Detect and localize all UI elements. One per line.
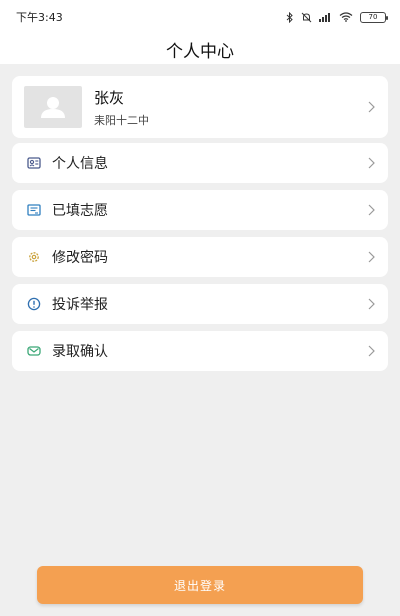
page-title: 个人中心 [166,41,234,62]
gear-icon [26,249,42,265]
battery-level: 70 [368,12,378,21]
battery-indicator: 70 [360,11,388,23]
id-card-icon [26,155,42,171]
mute-bell-icon [301,12,312,22]
avatar [24,86,82,128]
chevron-right-icon [366,250,376,264]
chevron-right-icon [366,156,376,170]
logout-label: 退出登录 [173,578,226,593]
form-icon [26,202,42,218]
status-time: 下午3:43 [16,11,63,24]
page-header: 个人中心 [0,34,400,64]
menu-item-label: 修改密码 [52,250,108,266]
alert-icon [26,296,42,312]
status-bar: 下午3:43 70 [0,0,400,34]
chevron-right-icon [366,297,376,311]
menu-item-change-password[interactable]: 修改密码 [12,237,388,277]
profile-name: 张灰 [94,88,125,107]
logout-button[interactable]: 退出登录 [37,566,363,604]
status-icons: 70 [286,11,388,23]
chevron-right-icon [366,203,376,217]
menu-item-complaint-report[interactable]: 投诉举报 [12,284,388,324]
profile-card[interactable]: 张灰 耒阳十二中 [12,76,388,138]
menu-item-label: 已填志愿 [52,203,108,219]
user-icon [41,97,65,118]
profile-info: 张灰 耒阳十二中 [94,87,366,128]
chevron-right-icon [366,344,376,358]
bluetooth-icon [286,11,293,23]
menu-item-filled-applications[interactable]: 已填志愿 [12,190,388,230]
envelope-icon [26,343,42,359]
wifi-icon [339,12,353,22]
menu-item-personal-info[interactable]: 个人信息 [12,143,388,183]
profile-school: 耒阳十二中 [94,113,149,127]
menu-item-label: 投诉举报 [52,297,108,313]
menu-item-label: 录取确认 [52,344,108,360]
menu-item-admission-confirm[interactable]: 录取确认 [12,331,388,371]
menu-item-label: 个人信息 [52,156,108,172]
signal-icon [319,13,330,22]
chevron-right-icon [366,100,376,114]
